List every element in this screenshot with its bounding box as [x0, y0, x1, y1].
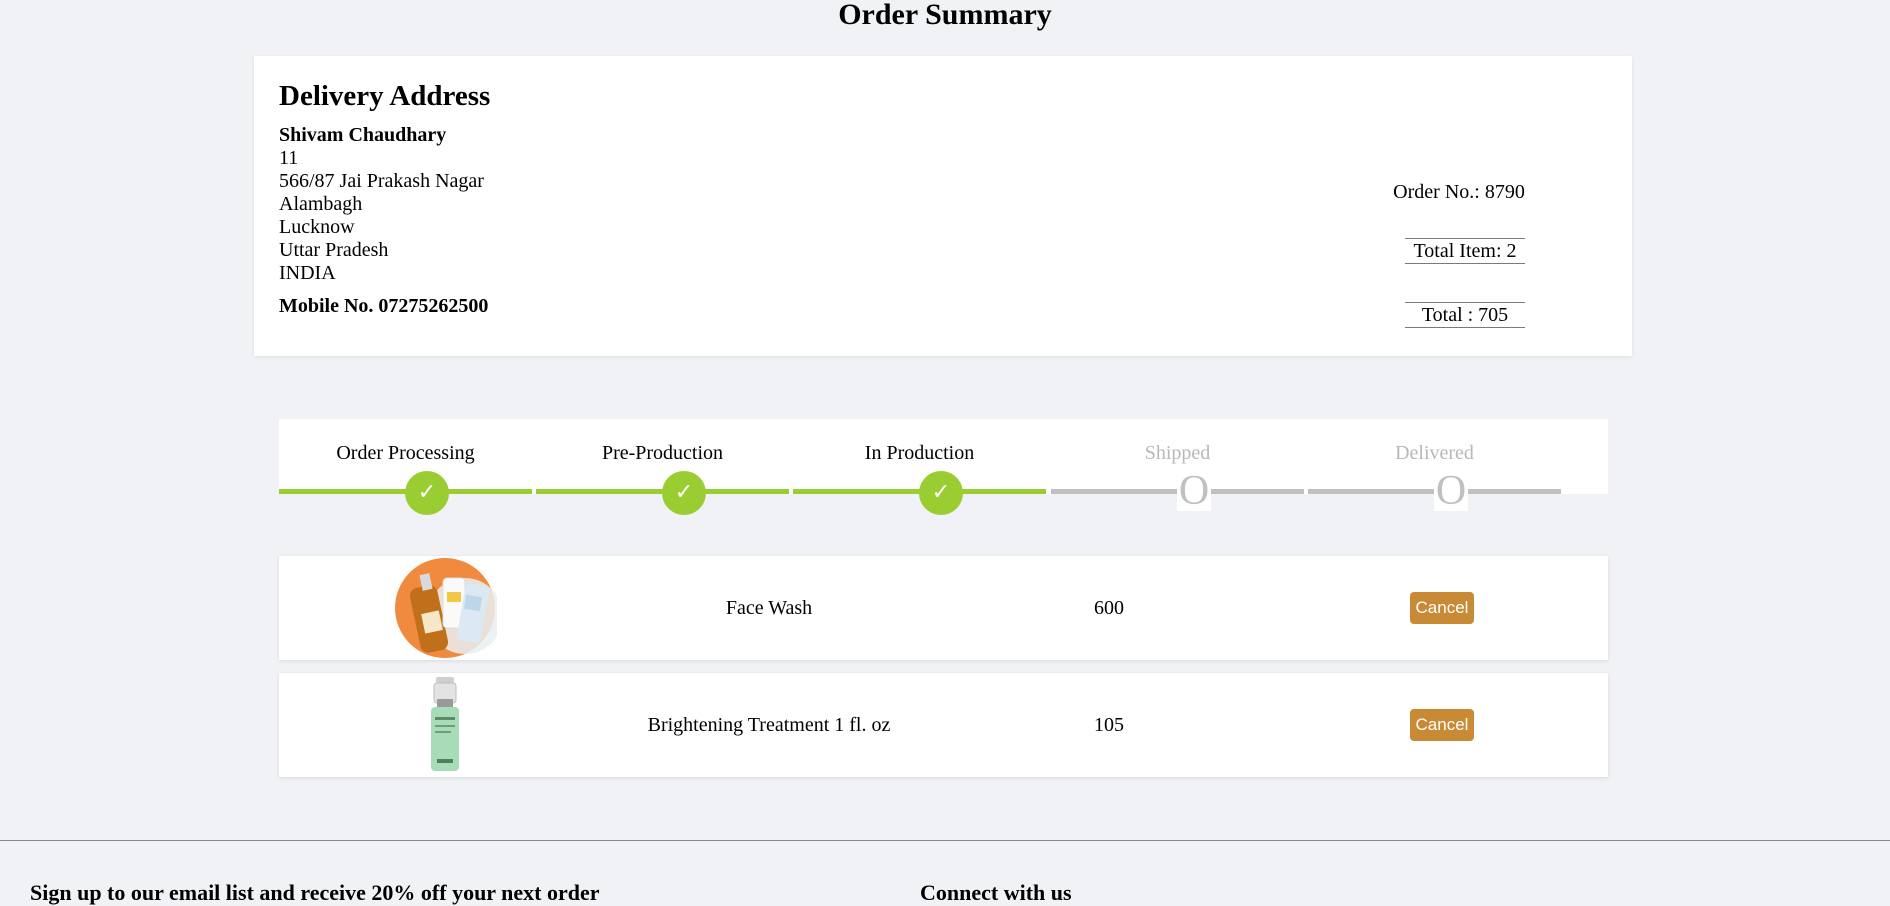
- mobile-number: Mobile No. 07275262500: [279, 295, 489, 317]
- step-order-processing: Order Processing ✓: [279, 419, 532, 517]
- order-number: Order No.: 8790: [1393, 181, 1525, 203]
- newsletter-text: Sign up to our email list and receive 20…: [30, 880, 600, 905]
- page-title: Order Summary: [838, 0, 1052, 31]
- check-icon: ✓: [405, 471, 449, 515]
- item-name: Face Wash: [725, 597, 813, 619]
- address-line: Uttar Pradesh: [279, 239, 389, 261]
- footer-divider: [0, 840, 1890, 841]
- step-label: Order Processing: [336, 442, 475, 464]
- address-lines: 11 566/87 Jai Prakash Nagar Alambagh Luc…: [279, 147, 484, 285]
- cancel-button[interactable]: Cancel: [1410, 592, 1474, 624]
- check-icon: ✓: [662, 471, 706, 515]
- item-price: 600: [1094, 597, 1124, 619]
- step-shipped: Shipped O: [1051, 419, 1304, 517]
- delivery-address-card: Delivery Address Shivam Chaudhary 11 566…: [254, 56, 1632, 356]
- order-progress-tracker: Order Processing ✓ Pre-Production ✓ In P…: [279, 419, 1608, 515]
- item-name: Brightening Treatment 1 fl. oz: [647, 714, 891, 736]
- connect-heading: Connect with us: [920, 880, 1072, 905]
- order-item-row: Face Wash 600 Cancel: [279, 556, 1608, 660]
- address-line: INDIA: [279, 262, 336, 284]
- cancel-button[interactable]: Cancel: [1410, 709, 1474, 741]
- step-label: In Production: [864, 442, 975, 464]
- order-meta: Order No.: 8790 Total Item: 2 Total : 70…: [1334, 56, 1584, 356]
- address-line: 566/87 Jai Prakash Nagar: [279, 170, 484, 192]
- pending-circle-icon: O: [1434, 468, 1468, 514]
- address-line: Lucknow: [279, 216, 355, 238]
- order-item-row: Brightening Treatment 1 fl. oz 105 Cance…: [279, 673, 1608, 777]
- order-total: Total : 705: [1405, 302, 1525, 328]
- address-line: Alambagh: [279, 193, 363, 215]
- delivery-address-heading: Delivery Address: [279, 80, 491, 112]
- step-label: Shipped: [1144, 442, 1211, 464]
- total-items: Total Item: 2: [1405, 238, 1525, 264]
- step-delivered: Delivered O: [1308, 419, 1561, 517]
- step-pre-production: Pre-Production ✓: [536, 419, 789, 517]
- step-label: Delivered: [1395, 442, 1474, 464]
- step-label: Pre-Production: [601, 442, 724, 464]
- check-icon: ✓: [919, 471, 963, 515]
- step-in-production: In Production ✓: [793, 419, 1046, 517]
- face-wash-products-image: [395, 558, 497, 658]
- pending-circle-icon: O: [1177, 468, 1211, 514]
- customer-name: Shivam Chaudhary: [279, 124, 447, 146]
- item-price: 105: [1094, 714, 1124, 736]
- address-line: 11: [279, 147, 299, 169]
- serum-bottle-image: [431, 677, 459, 771]
